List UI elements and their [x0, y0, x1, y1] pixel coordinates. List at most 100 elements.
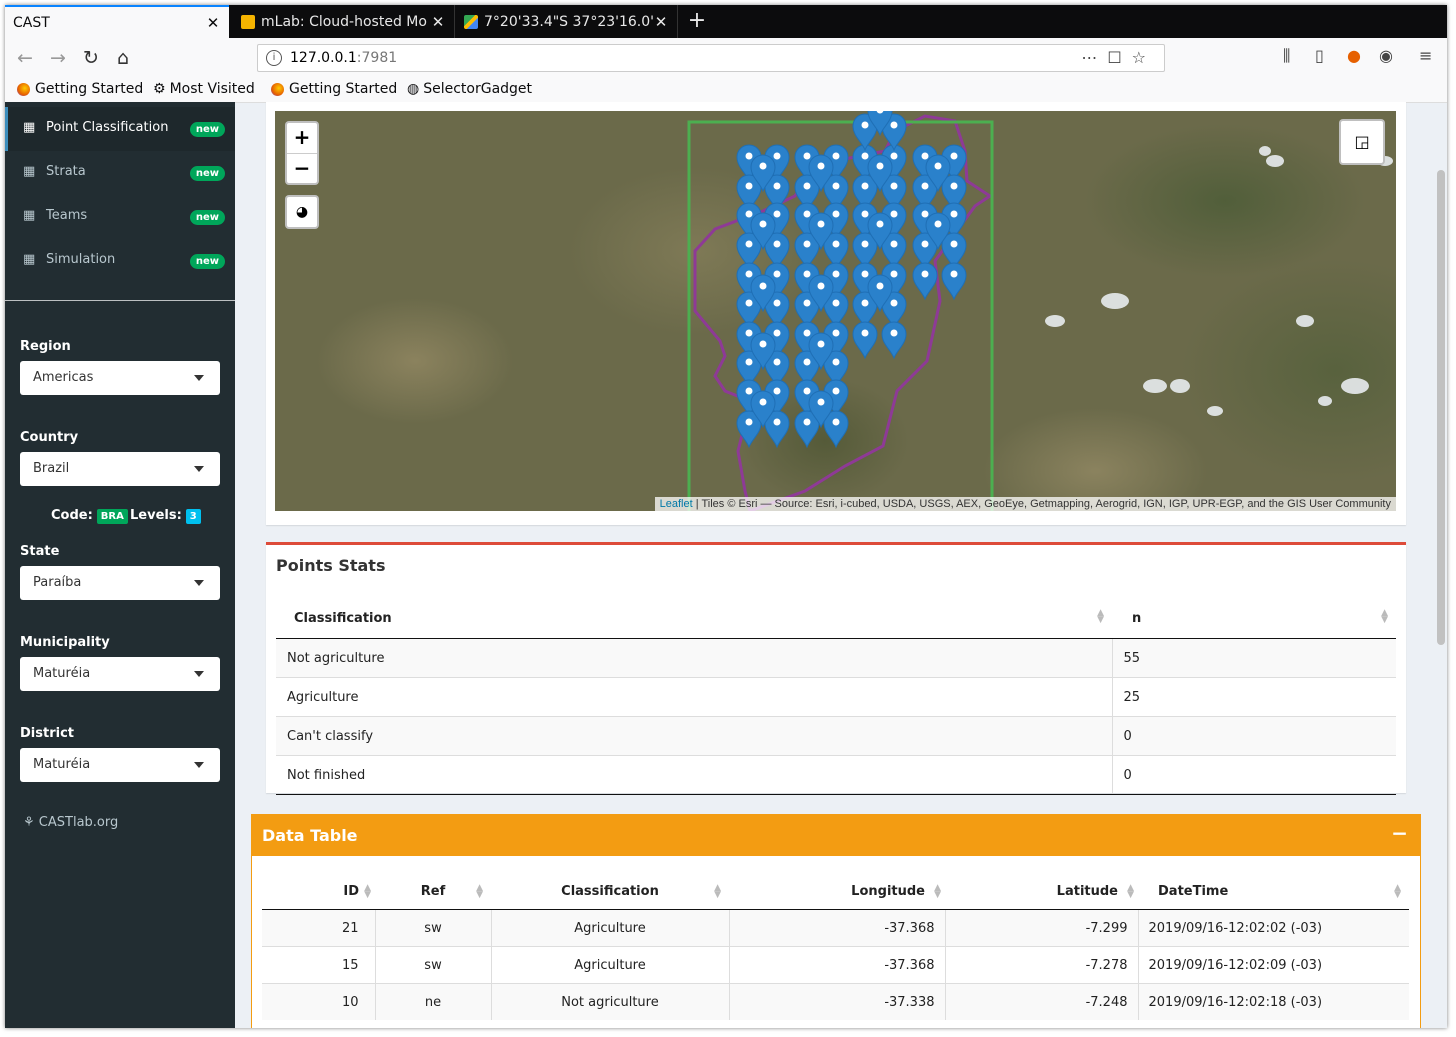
library-icon[interactable]: ⫼ [1283, 46, 1290, 66]
new-badge: new [189, 210, 225, 225]
table-cell-datetime: 2019/09/16-12:02:18 (-03) [1137, 983, 1409, 1020]
cell-n: 25 [1111, 677, 1396, 717]
column-header-id[interactable]: ID ▲ ▼ [262, 873, 375, 910]
sort-icon[interactable]: ▲ ▼ [1127, 884, 1134, 900]
sidebar-icon[interactable]: ▯ [1315, 46, 1324, 65]
new-badge: new [189, 122, 225, 137]
table-cell-longitude: -37.368 [728, 909, 945, 947]
page-scrollbar[interactable] [1437, 170, 1445, 645]
sidebar-item-teams[interactable]: ▦ Teams new [5, 195, 235, 239]
collapse-button[interactable]: − [1391, 821, 1408, 845]
caret-down-icon [194, 466, 204, 472]
tab-cast[interactable]: CAST ✕ [5, 5, 229, 38]
table-row[interactable]: Can't classify 0 [276, 716, 1396, 756]
tab-mlab[interactable]: mLab: Cloud-hosted Mo ✕ [233, 5, 455, 38]
table-row[interactable]: 15 sw Agriculture -37.368 -7.278 2019/09/16-1… [262, 946, 1409, 984]
state-select[interactable]: Paraíba [20, 566, 220, 600]
region-select[interactable]: Americas [20, 361, 220, 395]
map-box: + − ◕ ◲ Leaflet | Tiles © Esri — Source:… [266, 102, 1406, 525]
firefox-icon [271, 82, 284, 96]
globe-icon: ◕ [295, 204, 309, 220]
bookmark-label: SelectorGadget [423, 81, 533, 97]
map-marker[interactable] [852, 321, 878, 360]
account-icon[interactable]: ◉ [1379, 46, 1393, 65]
country-select[interactable]: Brazil [20, 452, 220, 486]
globe-button[interactable]: ◕ [285, 195, 319, 229]
bookmark-selectorgadget[interactable]: ◍ SelectorGadget [407, 81, 532, 97]
column-header-longitude[interactable]: Longitude ▲ ▼ [729, 873, 945, 910]
sort-icon[interactable]: ▲ ▼ [364, 884, 371, 900]
menu-icon[interactable]: ≡ [1419, 46, 1432, 65]
sidebar-item-strata[interactable]: ▦ Strata new [5, 151, 235, 195]
close-icon[interactable]: ✕ [205, 14, 221, 32]
table-row[interactable]: Not agriculture 55 [276, 638, 1396, 678]
bookmark-most-visited[interactable]: ⚙ Most Visited [153, 81, 255, 97]
column-header-classification[interactable]: Classification ▲ ▼ [276, 598, 1112, 639]
maps-favicon-icon [464, 14, 478, 29]
cell-n: 0 [1111, 755, 1396, 795]
page-actions[interactable]: ⋯☐☆ [1081, 48, 1156, 67]
column-header-label: ID [343, 883, 359, 899]
sort-icon[interactable]: ▲ ▼ [934, 884, 941, 900]
points-stats-title: Points Stats [276, 556, 386, 575]
column-header-datetime[interactable]: DateTime ▲ ▼ [1138, 873, 1409, 910]
column-header-n[interactable]: n ▲ ▼ [1112, 598, 1396, 639]
gear-icon: ⚙ [153, 81, 166, 97]
castlab-link[interactable]: ⚘ CASTlab.org [23, 815, 118, 830]
district-label: District [20, 726, 74, 741]
tab-google-maps[interactable]: 7°20'33.4"S 37°23'16.0"W ✕ [456, 5, 678, 38]
column-header-latitude[interactable]: Latitude ▲ ▼ [945, 873, 1138, 910]
sidebar-item-point-classification[interactable]: ▦ Point Classification new [5, 107, 235, 151]
sidebar-item-simulation[interactable]: ▦ Simulation new [5, 239, 235, 283]
sort-icon[interactable]: ▲ ▼ [476, 884, 483, 900]
bookmark-getting-started[interactable]: Getting Started [17, 81, 143, 97]
map-marker[interactable] [941, 262, 967, 301]
code-label-text: Code: [51, 508, 93, 523]
url-bar[interactable]: i 127.0.0.1:7981 ⋯☐☆ [257, 44, 1165, 72]
sort-icon[interactable]: ▲ ▼ [1097, 609, 1104, 625]
zoom-in-button[interactable]: + [287, 123, 317, 154]
sort-icon[interactable]: ▲ ▼ [714, 884, 721, 900]
table-cell-datetime: 2019/09/16-12:02:02 (-03) [1137, 909, 1409, 947]
table-row[interactable]: Agriculture 25 [276, 677, 1396, 717]
back-arrow-icon[interactable]: ← [13, 46, 37, 70]
sidebar-divider [5, 300, 235, 301]
municipality-select[interactable]: Maturéia [20, 657, 220, 691]
table-cell-longitude: -37.338 [728, 983, 945, 1020]
forward-arrow-icon[interactable]: → [46, 46, 70, 70]
new-tab-icon[interactable]: + [685, 7, 709, 35]
points-stats-table: Classification ▲ ▼ n ▲ ▼ Not agriculture 55 A… [276, 598, 1396, 795]
district-select[interactable]: Maturéia [20, 748, 220, 782]
country-label: Country [20, 430, 79, 445]
close-icon[interactable]: ✕ [430, 13, 446, 31]
sort-icon[interactable]: ▲ ▼ [1394, 884, 1401, 900]
tab-title: CAST [13, 14, 50, 31]
reload-icon[interactable]: ↻ [79, 46, 103, 70]
layers-button[interactable]: ◲ [1339, 119, 1385, 165]
table-row[interactable]: 10 ne Not agriculture -37.338 -7.248 2019/09/… [262, 983, 1409, 1020]
column-header-classification[interactable]: Classification ▲ ▼ [491, 873, 729, 910]
table-row[interactable]: 21 sw Agriculture -37.368 -7.299 2019/09/16-1… [262, 909, 1409, 947]
firefox-icon [17, 82, 30, 96]
table-cell-id: 15 [262, 946, 375, 984]
column-header-label: Classification [294, 610, 392, 626]
sort-icon[interactable]: ▲ ▼ [1381, 609, 1388, 625]
column-header-label: Ref [420, 883, 446, 899]
satellite-map[interactable]: + − ◕ ◲ Leaflet | Tiles © Esri — Source:… [275, 111, 1396, 511]
zoom-out-button[interactable]: − [287, 154, 317, 184]
point-markers[interactable] [736, 111, 967, 449]
column-header-ref[interactable]: Ref ▲ ▼ [375, 873, 491, 910]
close-icon[interactable]: ✕ [653, 13, 669, 31]
zoom-control: + − [285, 121, 319, 185]
map-attribution: Leaflet | Tiles © Esri — Source: Esri, i… [654, 497, 1396, 511]
extension-icon[interactable]: ● [1347, 46, 1361, 65]
info-icon[interactable]: i [266, 50, 282, 66]
browser-window: CAST ✕ mLab: Cloud-hosted Mo ✕ 7°20'33.4… [5, 5, 1447, 1028]
table-row[interactable]: Not finished 0 [276, 755, 1396, 795]
bookmarks-bar: Getting Started ⚙ Most Visited Getting St… [5, 78, 1447, 103]
map-marker[interactable] [912, 262, 938, 301]
map-marker[interactable] [881, 321, 907, 360]
home-icon[interactable]: ⌂ [111, 46, 135, 70]
leaflet-link[interactable]: Leaflet [660, 498, 693, 510]
bookmark-getting-started-2[interactable]: Getting Started [271, 81, 397, 97]
